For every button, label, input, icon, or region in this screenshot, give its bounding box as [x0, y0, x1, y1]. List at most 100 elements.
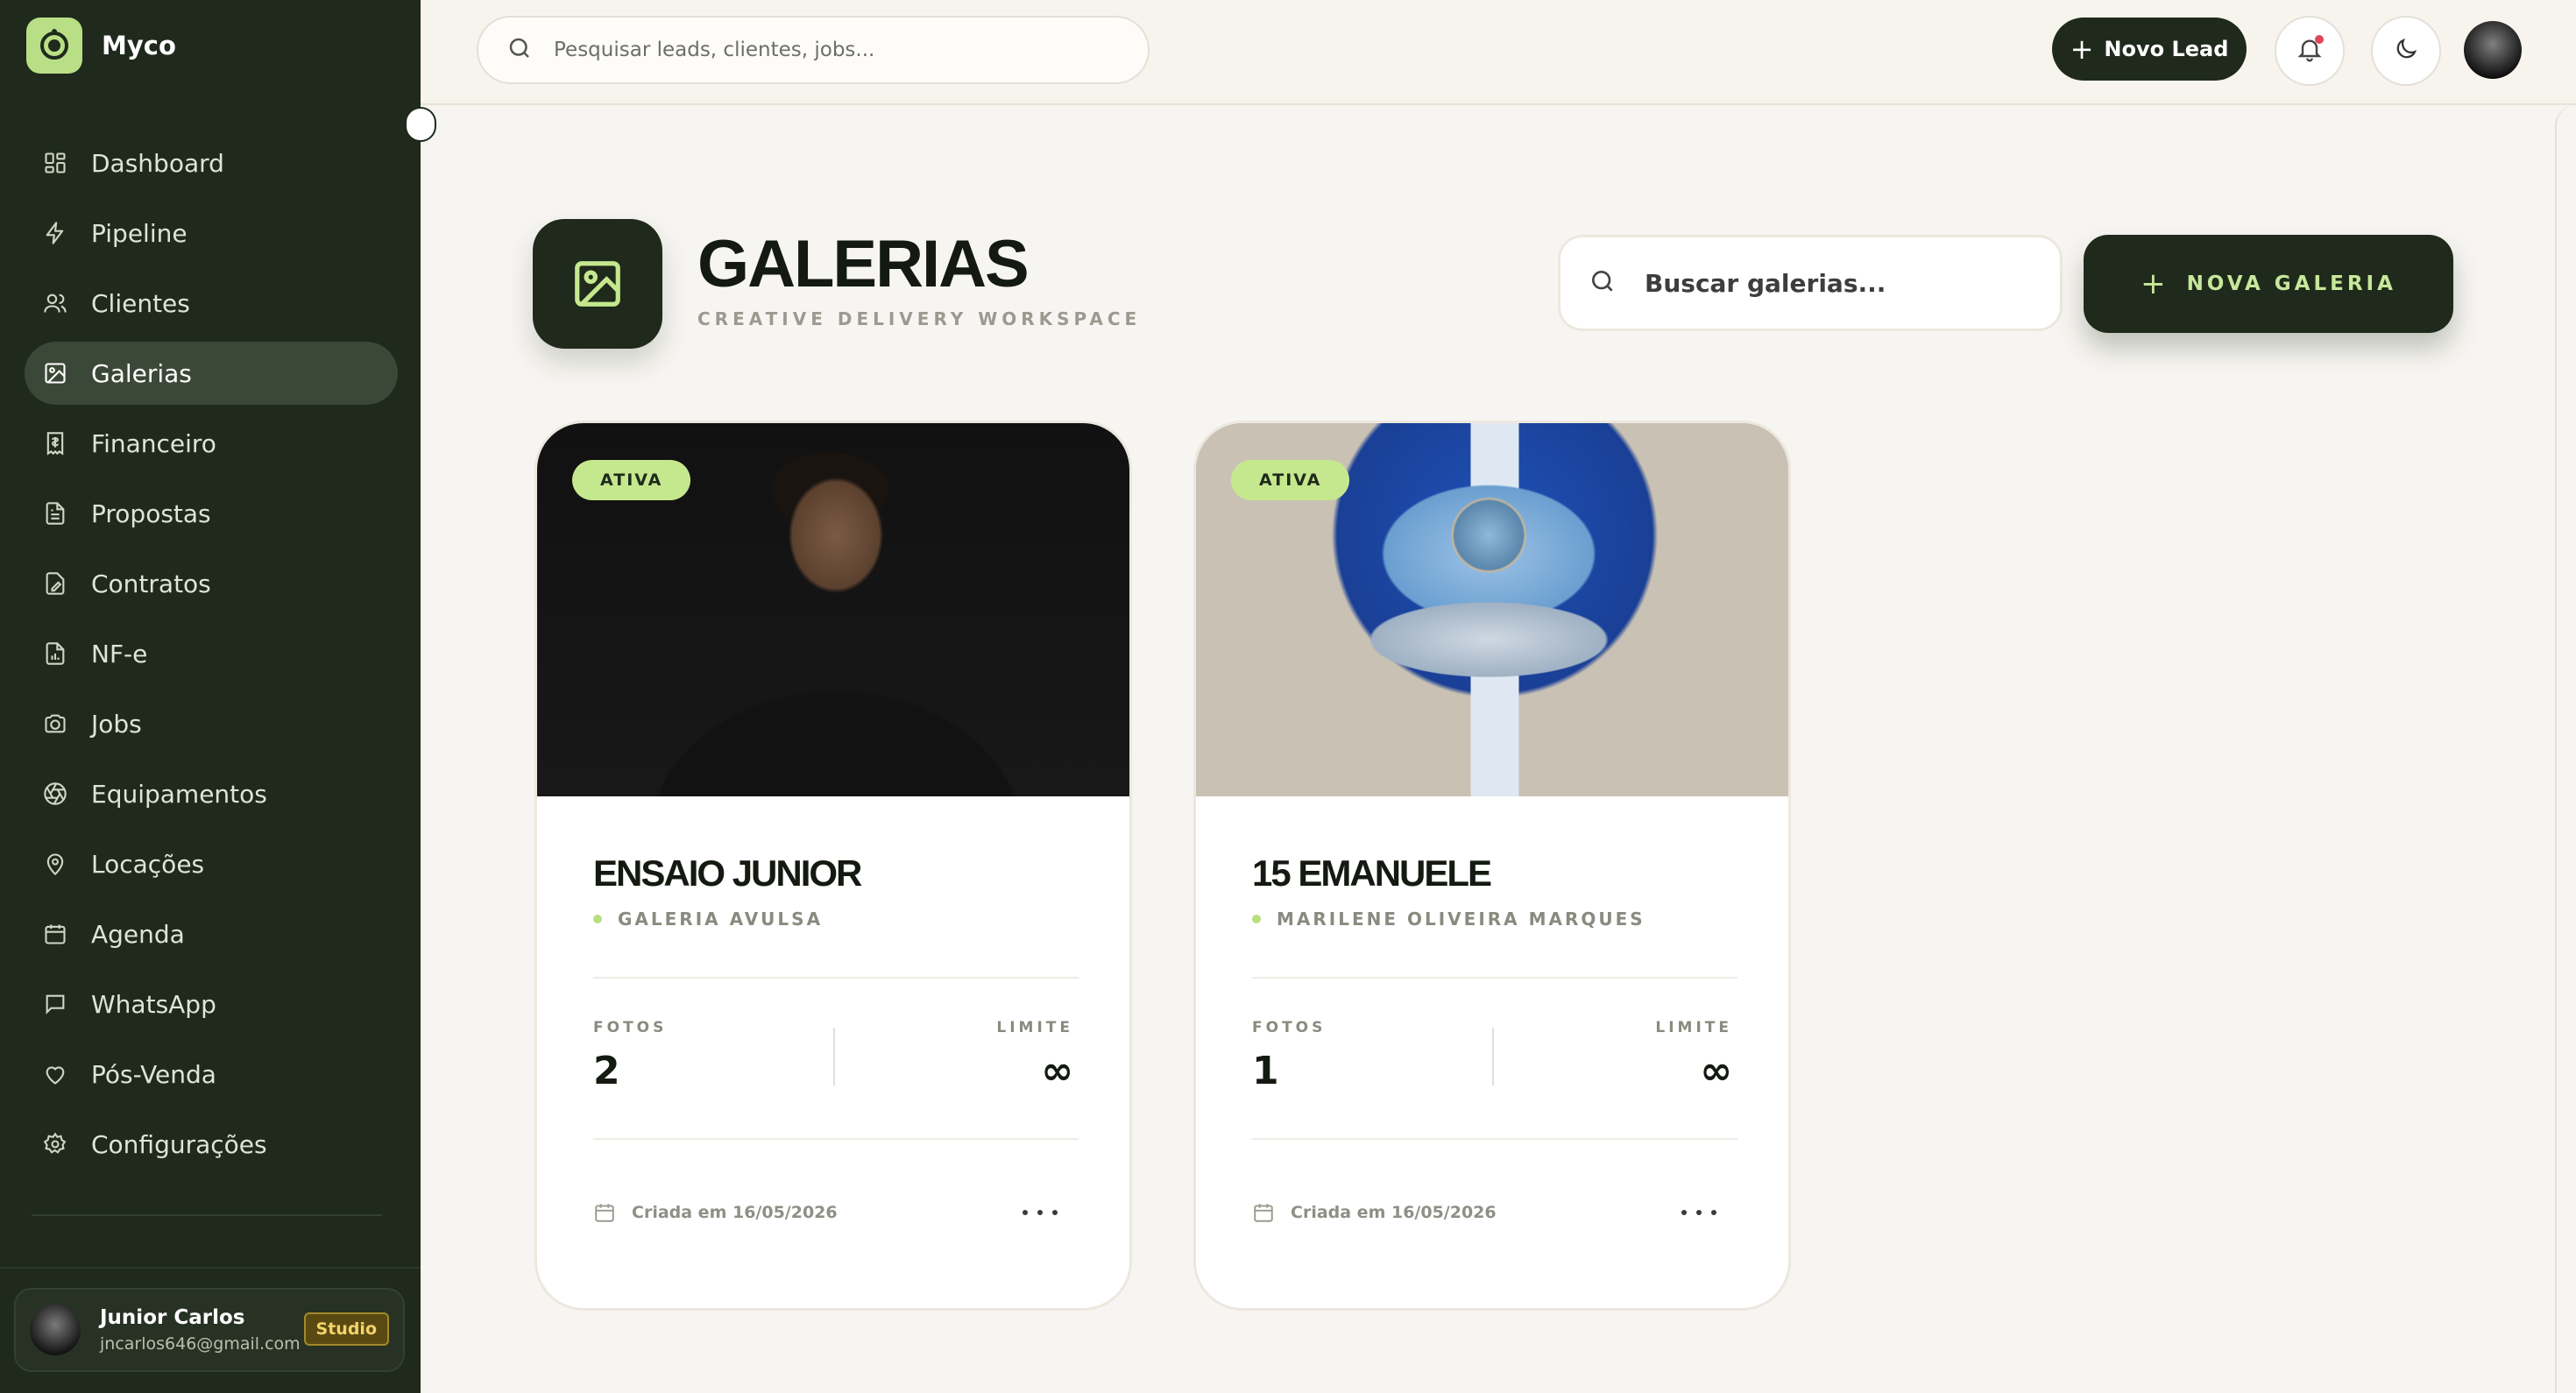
page-image-icon — [533, 219, 662, 349]
users-icon — [42, 290, 68, 316]
plus-icon: + — [2141, 266, 2166, 301]
sidebar-item-configuracoes[interactable]: Configurações — [25, 1113, 398, 1176]
chat-icon — [42, 991, 68, 1017]
app-name: Myco — [102, 31, 176, 60]
sidebar-item-label: WhatsApp — [91, 989, 216, 1019]
gallery-created: Criada em 16/05/2026 — [1252, 1201, 1497, 1224]
gallery-search[interactable] — [1558, 235, 2063, 331]
theme-toggle-button[interactable] — [2371, 16, 2441, 86]
sidebar-item-label: NF-e — [91, 639, 148, 668]
sidebar-item-label: Clientes — [91, 288, 190, 318]
limit-label: LIMITE — [1655, 1019, 1732, 1036]
plan-badge: Studio — [303, 1312, 389, 1346]
sidebar-item-label: Jobs — [91, 709, 142, 739]
image-icon — [42, 360, 68, 386]
gallery-card[interactable]: ATIVA 15 EMANUELE MARILENE OLIVEIRA MARQ… — [1193, 421, 1791, 1311]
lightning-icon — [42, 220, 68, 246]
sidebar-item-label: Financeiro — [91, 428, 216, 458]
camera-icon — [42, 711, 68, 737]
page-title: GALERIAS — [697, 227, 1030, 301]
plus-icon: + — [2070, 32, 2094, 66]
sidebar: Myco Dashboard Pipeline Clientes Galeria… — [0, 0, 436, 1393]
gallery-client-name: MARILENE OLIVEIRA MARQUES — [1277, 909, 1645, 930]
sidebar-item-jobs[interactable]: Jobs — [25, 692, 398, 755]
card-divider — [1252, 977, 1737, 979]
card-divider — [1252, 1138, 1737, 1140]
new-gallery-label: NOVA GALERIA — [2186, 272, 2396, 295]
new-lead-label: Novo Lead — [2104, 37, 2229, 61]
aperture-icon — [42, 781, 68, 807]
global-search-input[interactable] — [554, 39, 1115, 61]
sidebar-item-galerias[interactable]: Galerias — [25, 342, 398, 405]
sidebar-collapse-handle[interactable] — [405, 107, 436, 142]
status-badge: ATIVA — [1231, 460, 1350, 500]
limit-value: ∞ — [1700, 1049, 1732, 1093]
more-options-icon[interactable] — [1023, 1199, 1058, 1226]
receipt-icon — [42, 430, 68, 456]
sidebar-item-locacoes[interactable]: Locações — [25, 832, 398, 895]
scroll-edge — [2555, 105, 2576, 1393]
card-divider — [593, 977, 1079, 979]
sidebar-item-label: Propostas — [91, 499, 211, 528]
sidebar-item-nfe[interactable]: NF-e — [25, 622, 398, 685]
stat-separator — [833, 1028, 835, 1085]
global-search[interactable] — [477, 16, 1150, 84]
gallery-search-input[interactable] — [1645, 268, 2030, 298]
sidebar-item-label: Agenda — [91, 919, 185, 949]
user-email: jncarlos646@gmail.com — [100, 1334, 301, 1354]
sidebar-item-pipeline[interactable]: Pipeline — [25, 202, 398, 265]
sidebar-divider — [32, 1214, 382, 1216]
sidebar-item-agenda[interactable]: Agenda — [25, 902, 398, 965]
photos-count: 2 — [593, 1049, 620, 1093]
dashboard-icon — [42, 150, 68, 176]
notifications-button[interactable] — [2275, 16, 2345, 86]
new-gallery-button[interactable]: + NOVA GALERIA — [2084, 235, 2453, 333]
sidebar-item-label: Pipeline — [91, 218, 188, 248]
gallery-title: 15 EMANUELE — [1252, 852, 1492, 894]
invoice-icon — [42, 640, 68, 667]
sidebar-item-dashboard[interactable]: Dashboard — [25, 131, 398, 194]
calendar-icon — [42, 921, 68, 947]
new-lead-button[interactable]: + Novo Lead — [2052, 18, 2247, 81]
search-icon — [1589, 267, 1617, 299]
sidebar-item-label: Galerias — [91, 358, 192, 388]
sidebar-nav: Dashboard Pipeline Clientes Galerias Fin… — [25, 131, 398, 1183]
page-subtitle: CREATIVE DELIVERY WORKSPACE — [697, 308, 1142, 329]
more-options-icon[interactable] — [1681, 1199, 1716, 1226]
client-dot-icon — [1252, 915, 1261, 923]
app-logo-icon — [26, 18, 82, 74]
created-date: Criada em 16/05/2026 — [632, 1203, 838, 1222]
sidebar-item-label: Equipamentos — [91, 779, 267, 809]
gear-icon — [42, 1131, 68, 1157]
gallery-card[interactable]: ATIVA ENSAIO JUNIOR GALERIA AVULSA FOTOS… — [534, 421, 1132, 1311]
heart-icon — [42, 1061, 68, 1087]
card-divider — [593, 1138, 1079, 1140]
profile-avatar[interactable] — [2464, 21, 2522, 79]
created-date: Criada em 16/05/2026 — [1291, 1203, 1497, 1222]
sidebar-item-equipamentos[interactable]: Equipamentos — [25, 762, 398, 825]
client-dot-icon — [593, 915, 602, 923]
sidebar-item-label: Dashboard — [91, 148, 224, 178]
brand[interactable]: Myco — [26, 18, 176, 74]
photos-label: FOTOS — [1252, 1019, 1327, 1036]
user-profile-card[interactable]: Junior Carlos jncarlos646@gmail.com Stud… — [14, 1288, 405, 1372]
sidebar-item-clientes[interactable]: Clientes — [25, 272, 398, 335]
sidebar-item-propostas[interactable]: Propostas — [25, 482, 398, 545]
moon-icon — [2393, 36, 2419, 66]
sidebar-item-whatsapp[interactable]: WhatsApp — [25, 972, 398, 1036]
sidebar-item-contratos[interactable]: Contratos — [25, 552, 398, 615]
user-info: Junior Carlos jncarlos646@gmail.com — [100, 1306, 301, 1354]
limit-value: ∞ — [1041, 1049, 1073, 1093]
gallery-client: GALERIA AVULSA — [593, 909, 823, 930]
sidebar-item-label: Contratos — [91, 569, 211, 598]
avatar — [30, 1305, 81, 1355]
search-icon — [506, 35, 533, 65]
stat-separator — [1492, 1028, 1494, 1085]
photos-count: 1 — [1252, 1049, 1279, 1093]
notification-dot — [2315, 35, 2324, 44]
sidebar-item-pos-venda[interactable]: Pós-Venda — [25, 1043, 398, 1106]
limit-label: LIMITE — [996, 1019, 1073, 1036]
document-icon — [42, 500, 68, 527]
calendar-icon — [1252, 1201, 1275, 1224]
sidebar-item-financeiro[interactable]: Financeiro — [25, 412, 398, 475]
